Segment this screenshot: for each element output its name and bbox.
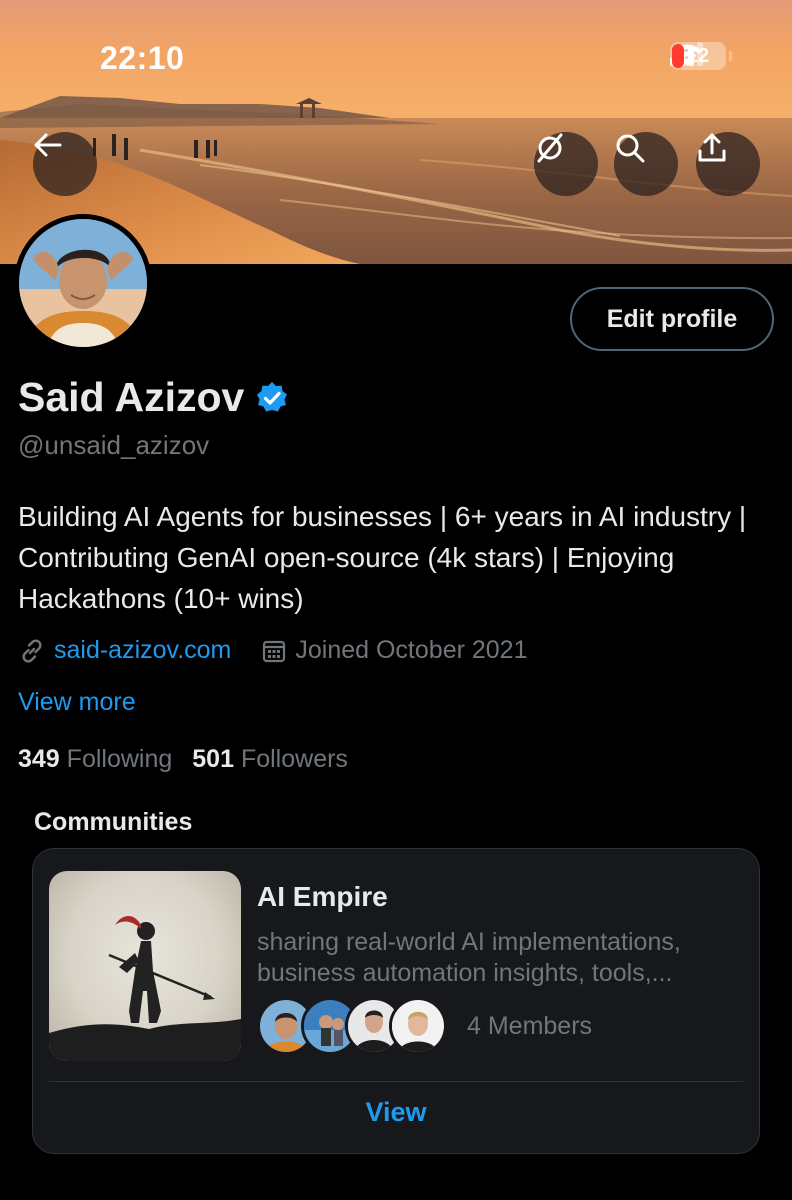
status-icons: 12	[670, 42, 732, 70]
avatar-photo	[19, 219, 147, 347]
community-view-button[interactable]: View	[33, 1097, 759, 1128]
grok-button[interactable]	[534, 132, 598, 196]
verified-badge-icon[interactable]	[254, 380, 290, 416]
link-icon	[22, 638, 42, 663]
name-row: Said Azizov	[18, 374, 290, 421]
share-button[interactable]	[696, 132, 760, 196]
community-members: 4 Members	[257, 997, 592, 1055]
share-icon	[698, 133, 726, 162]
search-button[interactable]	[614, 132, 678, 196]
arrow-left-icon	[34, 133, 62, 157]
spartan-warrior-image	[49, 915, 241, 1061]
follow-stats: 349 Following 501 Followers	[18, 745, 348, 774]
community-image	[49, 871, 241, 1061]
edit-profile-button[interactable]: Edit profile	[570, 287, 774, 351]
followers-count: 501	[192, 745, 234, 773]
profile-meta-row: said-azizov.com Joined October 2021	[18, 636, 527, 665]
status-time: 22:10	[100, 40, 185, 76]
username-handle: @unsaid_azizov	[18, 430, 210, 460]
avatar[interactable]	[14, 214, 152, 352]
grok-icon	[537, 133, 563, 163]
member-avatar	[389, 997, 447, 1055]
back-button[interactable]	[33, 132, 97, 196]
following-stat[interactable]: 349 Following	[18, 745, 172, 774]
search-icon	[616, 134, 645, 163]
members-count: 4 Members	[467, 1011, 593, 1040]
community-description: sharing real-world AI implementations, b…	[257, 928, 681, 987]
battery-icon: 12	[670, 42, 732, 70]
profile-bio: Building AI Agents for businesses | 6+ y…	[18, 501, 747, 614]
joined-date: Joined October 2021	[295, 636, 528, 664]
followers-stat[interactable]: 501 Followers	[192, 745, 348, 774]
display-name: Said Azizov	[18, 374, 245, 420]
communities-title: Communities	[34, 808, 193, 836]
card-divider	[49, 1081, 743, 1082]
followers-label: Followers	[240, 745, 348, 773]
website-link[interactable]: said-azizov.com	[54, 636, 231, 665]
view-more-link[interactable]: View more	[18, 688, 136, 717]
following-count: 349	[18, 745, 60, 773]
calendar-icon	[263, 640, 286, 662]
battery-percent: 12	[686, 44, 710, 67]
community-name: AI Empire	[257, 881, 388, 912]
following-label: Following	[66, 745, 173, 773]
community-card[interactable]: AI Empire sharing real-world AI implemen…	[32, 848, 760, 1154]
